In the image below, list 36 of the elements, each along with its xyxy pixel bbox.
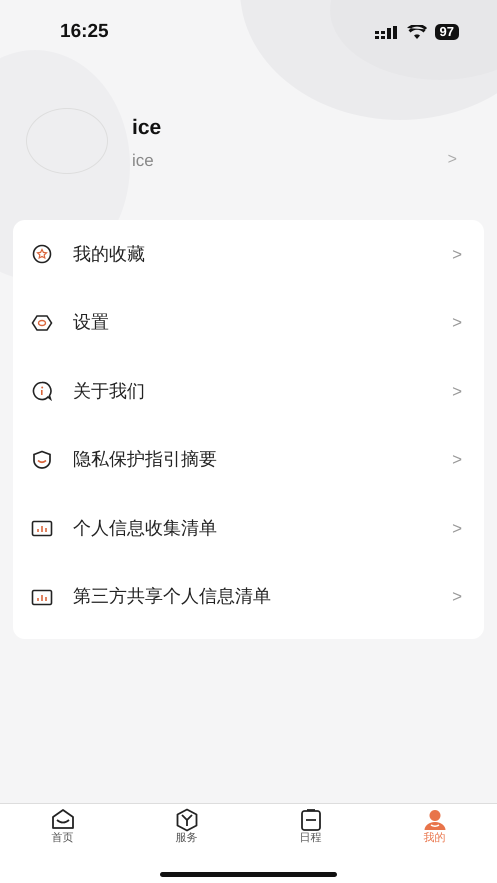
menu-label: 关于我们 — [73, 380, 145, 403]
menu-item[interactable]: 第三方共享个人信息清单 > — [13, 562, 484, 631]
menu-label: 我的收藏 — [73, 242, 145, 266]
signal-icon — [374, 26, 399, 38]
chevron-icon: > — [452, 378, 462, 404]
clipboard-icon — [298, 808, 322, 832]
chevron-icon: > — [452, 242, 462, 267]
wifi-icon — [406, 25, 427, 39]
battery-level: 97 — [434, 24, 459, 40]
menu-item[interactable]: 我的收藏 > — [13, 220, 484, 288]
profile-subtitle: ice — [132, 150, 155, 172]
menu-item[interactable]: 隐私保护指引摘要 > — [13, 426, 484, 494]
hexagon-icon — [31, 312, 53, 333]
person-icon — [422, 808, 446, 832]
menu-item[interactable]: 设置 > — [13, 288, 484, 357]
menu-label: 个人信息收集清单 — [73, 516, 217, 540]
menu-item[interactable]: 个人信息收集清单 > — [13, 494, 484, 562]
menu-item[interactable]: 关于我们 > — [13, 357, 484, 426]
status-time: 16:25 — [60, 20, 109, 44]
home-icon — [50, 808, 74, 832]
menu-label: 第三方共享个人信息清单 — [73, 585, 271, 608]
cube-icon — [174, 808, 198, 832]
chart-icon — [31, 586, 53, 607]
tab-button[interactable]: 服务 — [124, 804, 248, 883]
chevron-icon: > — [452, 447, 462, 472]
chart-icon — [31, 518, 53, 538]
tab-button[interactable]: 日程 — [248, 804, 372, 883]
tab-button[interactable]: 首页 — [0, 804, 124, 883]
chevron-icon: > — [452, 310, 462, 336]
menu-label: 设置 — [73, 311, 109, 334]
info-icon — [31, 381, 53, 402]
menu-label: 隐私保护指引摘要 — [73, 448, 217, 472]
profile-name: ice — [132, 115, 162, 141]
shield-icon — [31, 450, 53, 470]
chevron-icon: > — [452, 584, 462, 610]
chevron-icon: > — [452, 516, 462, 541]
